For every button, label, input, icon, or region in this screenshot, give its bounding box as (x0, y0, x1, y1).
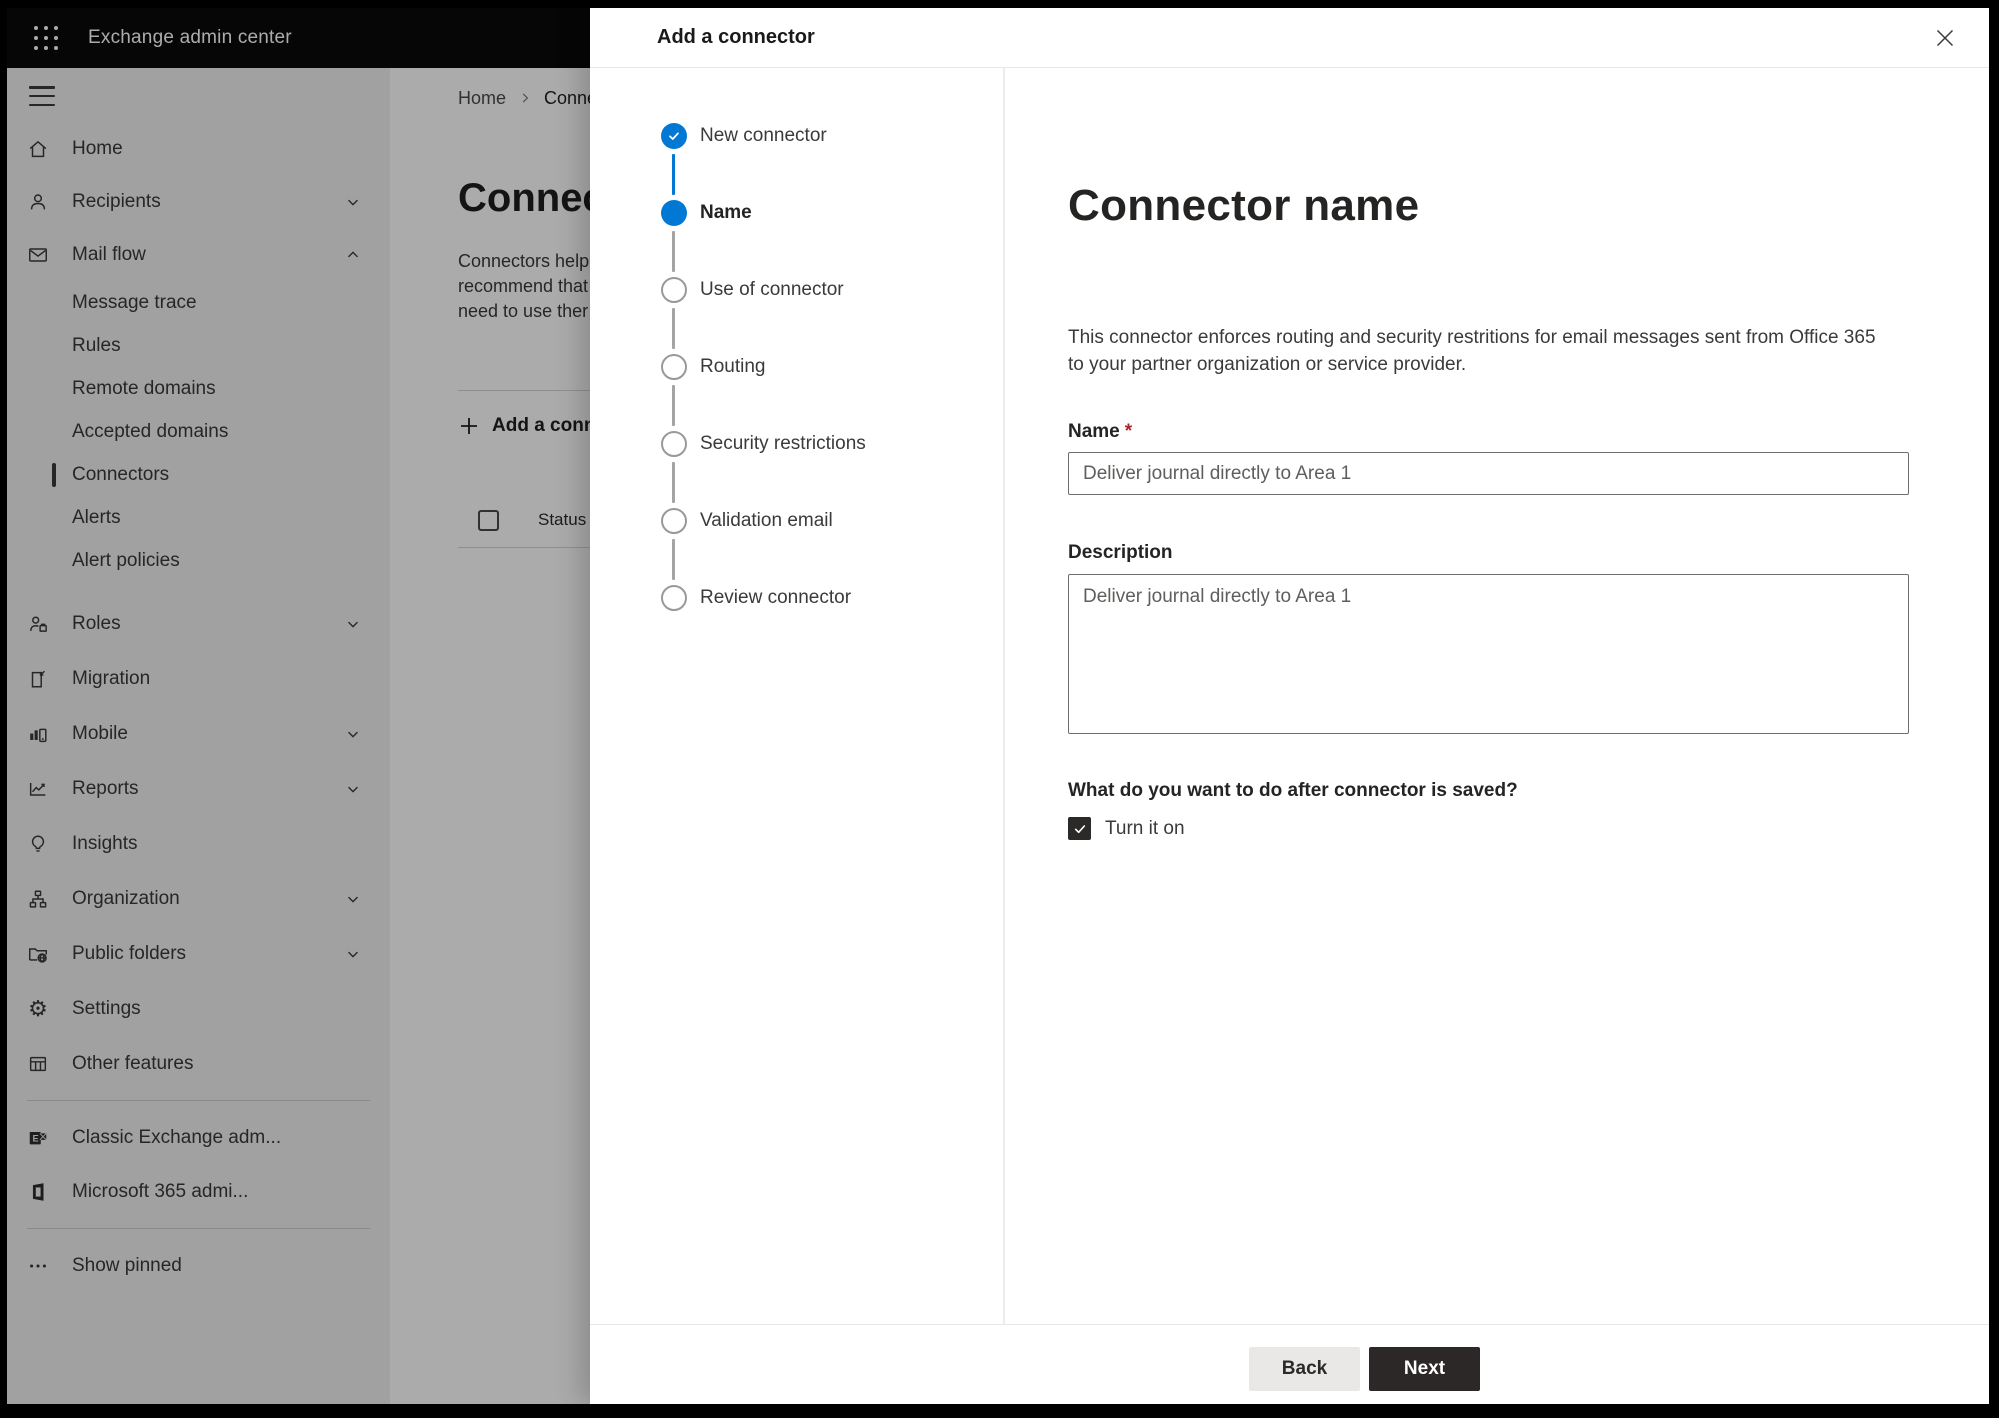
step-upcoming-icon (661, 431, 687, 457)
description-textarea[interactable]: Deliver journal directly to Area 1 (1068, 574, 1909, 734)
step-label: New connector (700, 125, 827, 146)
turn-it-on-checkbox-row[interactable]: Turn it on (1068, 817, 1909, 840)
step-connector-line (672, 385, 675, 426)
step-completed-icon (661, 123, 687, 149)
step-upcoming-icon (661, 354, 687, 380)
step-connector-line (672, 154, 675, 195)
step-label: Security restrictions (700, 433, 866, 454)
step-review-connector[interactable]: Review connector (590, 585, 1003, 611)
step-routing[interactable]: Routing (590, 354, 1003, 426)
screen: Exchange admin center Home Recipients Ma… (7, 8, 1989, 1404)
step-validation-email[interactable]: Validation email (590, 508, 1003, 580)
name-label-text: Name (1068, 421, 1120, 442)
required-asterisk: * (1124, 421, 1133, 442)
step-label: Routing (700, 356, 766, 377)
next-button[interactable]: Next (1369, 1347, 1480, 1391)
step-label: Validation email (700, 510, 833, 531)
step-name[interactable]: Name (590, 200, 1003, 272)
step-connector-line (672, 539, 675, 580)
dialog-footer: Back Next (590, 1324, 1989, 1404)
back-button[interactable]: Back (1249, 1347, 1360, 1391)
step-connector-line (672, 231, 675, 272)
step-connector-line (672, 308, 675, 349)
connector-name-heading: Connector name (1068, 181, 1420, 230)
description-field-label: Description (1068, 542, 1173, 563)
step-label: Use of connector (700, 279, 844, 300)
step-use-of-connector[interactable]: Use of connector (590, 277, 1003, 349)
step-new-connector[interactable]: New connector (590, 123, 1003, 195)
connector-description-text: This connector enforces routing and secu… (1068, 327, 1876, 375)
step-label: Name (700, 202, 752, 223)
step-upcoming-icon (661, 508, 687, 534)
after-save-question: What do you want to do after connector i… (1068, 780, 1518, 801)
checked-checkbox-icon[interactable] (1068, 817, 1091, 840)
close-icon[interactable] (1927, 20, 1963, 56)
dialog-title: Add a connector (657, 26, 815, 48)
dialog-main-panel: Connector name This connector enforces r… (1005, 68, 1989, 1324)
add-connector-dialog: Add a connector New connector Name Use o… (590, 8, 1989, 1404)
step-upcoming-icon (661, 585, 687, 611)
name-field-label: Name * (1068, 421, 1909, 443)
turn-it-on-label: Turn it on (1105, 817, 1185, 839)
step-current-icon (661, 200, 687, 226)
step-label: Review connector (700, 587, 852, 608)
wizard-stepper: New connector Name Use of connector Rout… (590, 68, 1005, 1324)
dialog-header: Add a connector (590, 8, 1989, 68)
step-connector-line (672, 462, 675, 503)
step-upcoming-icon (661, 277, 687, 303)
step-security-restrictions[interactable]: Security restrictions (590, 431, 1003, 503)
name-input[interactable] (1068, 452, 1909, 495)
